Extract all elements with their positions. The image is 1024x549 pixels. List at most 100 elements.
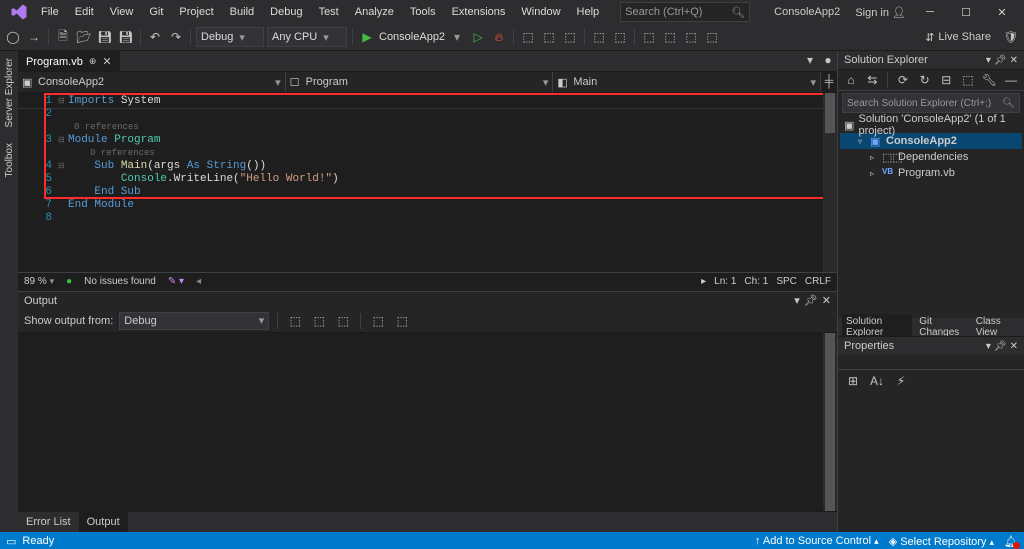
out-wrap-icon[interactable]: ⬚ [310, 312, 328, 330]
notifications-icon[interactable]: 🔔︎ [1004, 535, 1018, 548]
pin-icon[interactable]: 📌︎ [994, 55, 1007, 66]
se-showall-icon[interactable]: ⬚ [959, 71, 977, 89]
new-project-icon[interactable]: 🗎︎ [54, 28, 72, 46]
start-debug-icon[interactable]: ▶ [358, 28, 376, 46]
pin-icon[interactable]: 📌︎ [804, 294, 818, 307]
out-goto-icon[interactable]: ⬚ [369, 312, 387, 330]
props-categorized-icon[interactable]: ⊞ [844, 372, 862, 390]
global-search-input[interactable]: Search (Ctrl+Q) 🔍︎ [620, 2, 750, 22]
signin-button[interactable]: Sign in 👤︎ [855, 6, 906, 19]
pin-icon[interactable]: ⊕ [89, 56, 97, 67]
codelens-references[interactable]: 0 references [18, 147, 837, 160]
menu-tools[interactable]: Tools [403, 3, 443, 21]
split-editor-icon[interactable]: ╪ [821, 72, 837, 90]
brush-icon[interactable]: ✎ ▾ [168, 276, 184, 287]
se-properties-icon[interactable]: 🔧︎ [981, 71, 999, 89]
menu-extensions[interactable]: Extensions [445, 3, 513, 21]
tab-program-vb[interactable]: Program.vb ⊕ ✕ [18, 51, 120, 71]
save-all-icon[interactable]: 💾︎ [117, 28, 135, 46]
menu-analyze[interactable]: Analyze [348, 3, 401, 21]
nav-member-dropdown[interactable]: ◧ Main▾ [553, 72, 821, 92]
add-to-source-control-button[interactable]: ↑ Add to Source Control ▴ [755, 535, 879, 547]
close-tab-icon[interactable]: ✕ [102, 55, 111, 68]
expand-icon[interactable]: ▹ [870, 153, 878, 162]
open-icon[interactable]: 📂︎ [75, 28, 93, 46]
se-switch-icon[interactable]: ⇆ [864, 71, 882, 89]
bookmark-icon[interactable]: ⬚ [640, 28, 658, 46]
zoom-level[interactable]: 89 % ▾ [24, 276, 54, 287]
nav-type-dropdown[interactable]: ☐ Program▾ [286, 72, 554, 92]
editor-scrollbar[interactable] [823, 93, 837, 272]
menu-help[interactable]: Help [570, 3, 607, 21]
se-refresh-icon[interactable]: ↻ [916, 71, 934, 89]
menu-debug[interactable]: Debug [263, 3, 309, 21]
nav-fwd-icon[interactable]: → [25, 28, 43, 46]
pin-icon[interactable]: 📌︎ [994, 341, 1007, 352]
code-editor[interactable]: 1⊟Imports System 2 0 references 3⊟Module… [18, 93, 837, 272]
indent-mode[interactable]: SPC [776, 276, 797, 287]
output-source-dropdown[interactable]: Debug▾ [119, 312, 269, 330]
solution-config-dropdown[interactable]: Debug▾ [196, 27, 264, 47]
props-alpha-icon[interactable]: A↓ [868, 372, 886, 390]
server-explorer-tab[interactable]: Server Explorer [3, 55, 16, 130]
tree-dependencies[interactable]: ▹ ⬚⬚ Dependencies [840, 149, 1022, 165]
close-panel-icon[interactable]: ✕ [822, 294, 831, 307]
start-dropdown-icon[interactable]: ▾ [448, 28, 466, 46]
bookmark4-icon[interactable]: ⬚ [703, 28, 721, 46]
undo-icon[interactable]: ↶ [146, 28, 164, 46]
hot-reload-icon[interactable]: 🔥︎ [490, 28, 508, 46]
uncomment-icon[interactable]: ⬚ [611, 28, 629, 46]
menu-project[interactable]: Project [172, 3, 220, 21]
expand-icon[interactable]: ▹ [870, 169, 878, 178]
line-ending[interactable]: CRLF [805, 276, 831, 287]
bookmark3-icon[interactable]: ⬚ [682, 28, 700, 46]
fold-icon[interactable]: ⊟ [58, 95, 68, 108]
menu-edit[interactable]: Edit [68, 3, 101, 21]
panel-menu-icon[interactable]: ▾ [986, 341, 991, 352]
menu-view[interactable]: View [103, 3, 141, 21]
find-icon[interactable]: ⬚ [561, 28, 579, 46]
close-panel-icon[interactable]: ✕ [1010, 55, 1018, 66]
platform-dropdown[interactable]: Any CPU▾ [267, 27, 347, 47]
fold-icon[interactable]: ⊟ [58, 134, 68, 147]
fold-icon[interactable]: ⊟ [58, 160, 68, 173]
panel-menu-icon[interactable]: ▾ [986, 55, 991, 66]
menu-file[interactable]: File [34, 3, 66, 21]
redo-icon[interactable]: ↷ [167, 28, 185, 46]
browse-icon[interactable]: ⬚ [540, 28, 558, 46]
menu-build[interactable]: Build [223, 3, 261, 21]
out-clear-icon[interactable]: ⬚ [286, 312, 304, 330]
se-sync-icon[interactable]: ⟳ [894, 71, 912, 89]
out-clearall-icon[interactable]: ⬚ [393, 312, 411, 330]
select-repository-button[interactable]: ◈ Select Repository ▴ [889, 535, 994, 548]
tree-file-program[interactable]: ▹ VB Program.vb [840, 165, 1022, 181]
nav-project-dropdown[interactable]: ▣ ConsoleApp2▾ [18, 72, 286, 92]
tab-error-list[interactable]: Error List [18, 512, 79, 532]
bookmark2-icon[interactable]: ⬚ [661, 28, 679, 46]
props-events-icon[interactable]: ⚡︎ [892, 372, 910, 390]
tree-solution[interactable]: ▣ Solution 'ConsoleApp2' (1 of 1 project… [840, 117, 1022, 133]
output-text-area[interactable] [18, 333, 837, 512]
menu-test[interactable]: Test [312, 3, 346, 21]
live-share-button[interactable]: ⇵Live Share [925, 31, 991, 44]
se-home-icon[interactable]: ⌂ [842, 71, 860, 89]
maximize-button[interactable]: ☐ [948, 0, 984, 24]
step-icon[interactable]: ⬚ [519, 28, 537, 46]
tab-output[interactable]: Output [79, 512, 128, 532]
solution-search-input[interactable]: Search Solution Explorer (Ctrl+;) 🔍︎ [842, 93, 1020, 113]
comment-icon[interactable]: ⬚ [590, 28, 608, 46]
out-toggle-icon[interactable]: ⬚ [334, 312, 352, 330]
nav-back-icon[interactable]: ◯ [4, 28, 22, 46]
minimize-button[interactable]: ─ [912, 0, 948, 24]
start-no-debug-icon[interactable]: ▷ [469, 28, 487, 46]
start-target-label[interactable]: ConsoleApp2 [379, 31, 445, 43]
panel-menu-icon[interactable]: ▾ [794, 294, 800, 307]
save-icon[interactable]: 💾︎ [96, 28, 114, 46]
codelens-references[interactable]: 0 references [18, 121, 837, 134]
toolbox-tab[interactable]: Toolbox [3, 140, 16, 180]
se-preview-icon[interactable]: — [1002, 71, 1020, 89]
menu-git[interactable]: Git [142, 3, 170, 21]
menu-window[interactable]: Window [514, 3, 567, 21]
issues-label[interactable]: No issues found [84, 276, 156, 287]
collapse-icon[interactable]: ▿ [858, 137, 866, 146]
